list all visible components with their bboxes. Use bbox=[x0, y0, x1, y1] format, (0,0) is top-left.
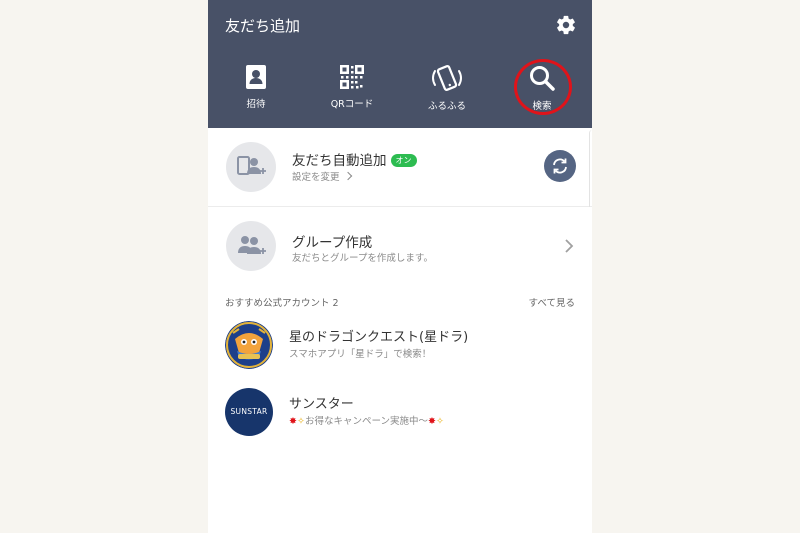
gear-icon[interactable] bbox=[555, 14, 577, 36]
tab-invite[interactable]: 招待 bbox=[216, 64, 296, 120]
dragon-quest-avatar bbox=[225, 321, 273, 369]
chevron-right-icon bbox=[343, 171, 352, 181]
contact-book-icon bbox=[246, 65, 266, 89]
account-row-dragon-quest[interactable]: 星のドラゴンクエスト(星ドラ) スマホアプリ「星ドラ」で検索！ bbox=[208, 312, 592, 378]
account-name: サンスター bbox=[289, 397, 354, 412]
auto-add-avatar bbox=[226, 142, 276, 192]
sparkle-icon: ✧ bbox=[296, 416, 305, 427]
see-all-link[interactable]: すべて見る bbox=[529, 295, 575, 309]
tab-label: QRコード bbox=[330, 99, 374, 110]
tab-label: 招待 bbox=[246, 99, 266, 110]
auto-add-title: 友だち自動追加 オン bbox=[292, 149, 417, 169]
tab-label: ふるふる bbox=[427, 101, 466, 112]
account-subtitle: スマホアプリ「星ドラ」で検索！ bbox=[289, 349, 432, 360]
shake-phone-icon bbox=[432, 65, 462, 91]
search-highlight-circle bbox=[514, 59, 572, 115]
account-name: 星のドラゴンクエスト(星ドラ) bbox=[289, 330, 469, 345]
phone-screen: 友だち追加 招待 QRコード ふるふる 検索 友だち自動追加 オン 設定を変更 … bbox=[208, 0, 592, 533]
sun-burst-icon: ✸ bbox=[289, 416, 297, 427]
sunstar-avatar: SUNSTAR bbox=[225, 388, 273, 436]
create-group-title: グループ作成 bbox=[292, 235, 373, 251]
phone-contact-add-icon bbox=[237, 156, 266, 175]
change-settings-text: 設定を変更 bbox=[292, 172, 340, 183]
create-group-row[interactable]: グループ作成 友だちとグループを作成します。 bbox=[208, 207, 592, 285]
chevron-right-icon bbox=[565, 239, 574, 253]
sync-button[interactable] bbox=[544, 150, 576, 182]
header: 友だち追加 招待 QRコード ふるふる 検索 bbox=[208, 0, 592, 128]
recommended-label: おすすめ公式アカウント 2 bbox=[225, 298, 339, 309]
tab-shake[interactable]: ふるふる bbox=[407, 64, 487, 120]
sunstar-logo: SUNSTAR bbox=[225, 388, 273, 436]
status-badge: オン bbox=[390, 154, 417, 167]
account-row-sunstar[interactable]: SUNSTAR サンスター ✸✧お得なキャンペーン実施中〜✸✧ bbox=[208, 379, 592, 445]
sparkle-icon: ✧ bbox=[435, 416, 444, 427]
tab-qr-code[interactable]: QRコード bbox=[312, 64, 392, 120]
account-subtitle: ✸✧お得なキャンペーン実施中〜✸✧ bbox=[289, 413, 444, 427]
create-group-subtitle: 友だちとグループを作成します。 bbox=[292, 253, 433, 264]
sun-burst-icon: ✸ bbox=[427, 416, 436, 427]
sync-icon bbox=[553, 158, 567, 174]
qr-code-icon bbox=[340, 65, 364, 89]
create-group-avatar bbox=[226, 221, 276, 271]
change-settings-link[interactable]: 設定を変更 bbox=[292, 169, 352, 183]
account-subtitle-text: お得なキャンペーン実施中〜 bbox=[304, 416, 428, 427]
auto-add-title-text: 友だち自動追加 bbox=[292, 153, 387, 169]
auto-add-friends-row[interactable]: 友だち自動追加 オン 設定を変更 bbox=[208, 128, 592, 207]
group-add-icon bbox=[238, 236, 266, 254]
page-title: 友だち追加 bbox=[225, 17, 301, 35]
recommended-header: おすすめ公式アカウント 2 すべて見る bbox=[208, 287, 592, 315]
